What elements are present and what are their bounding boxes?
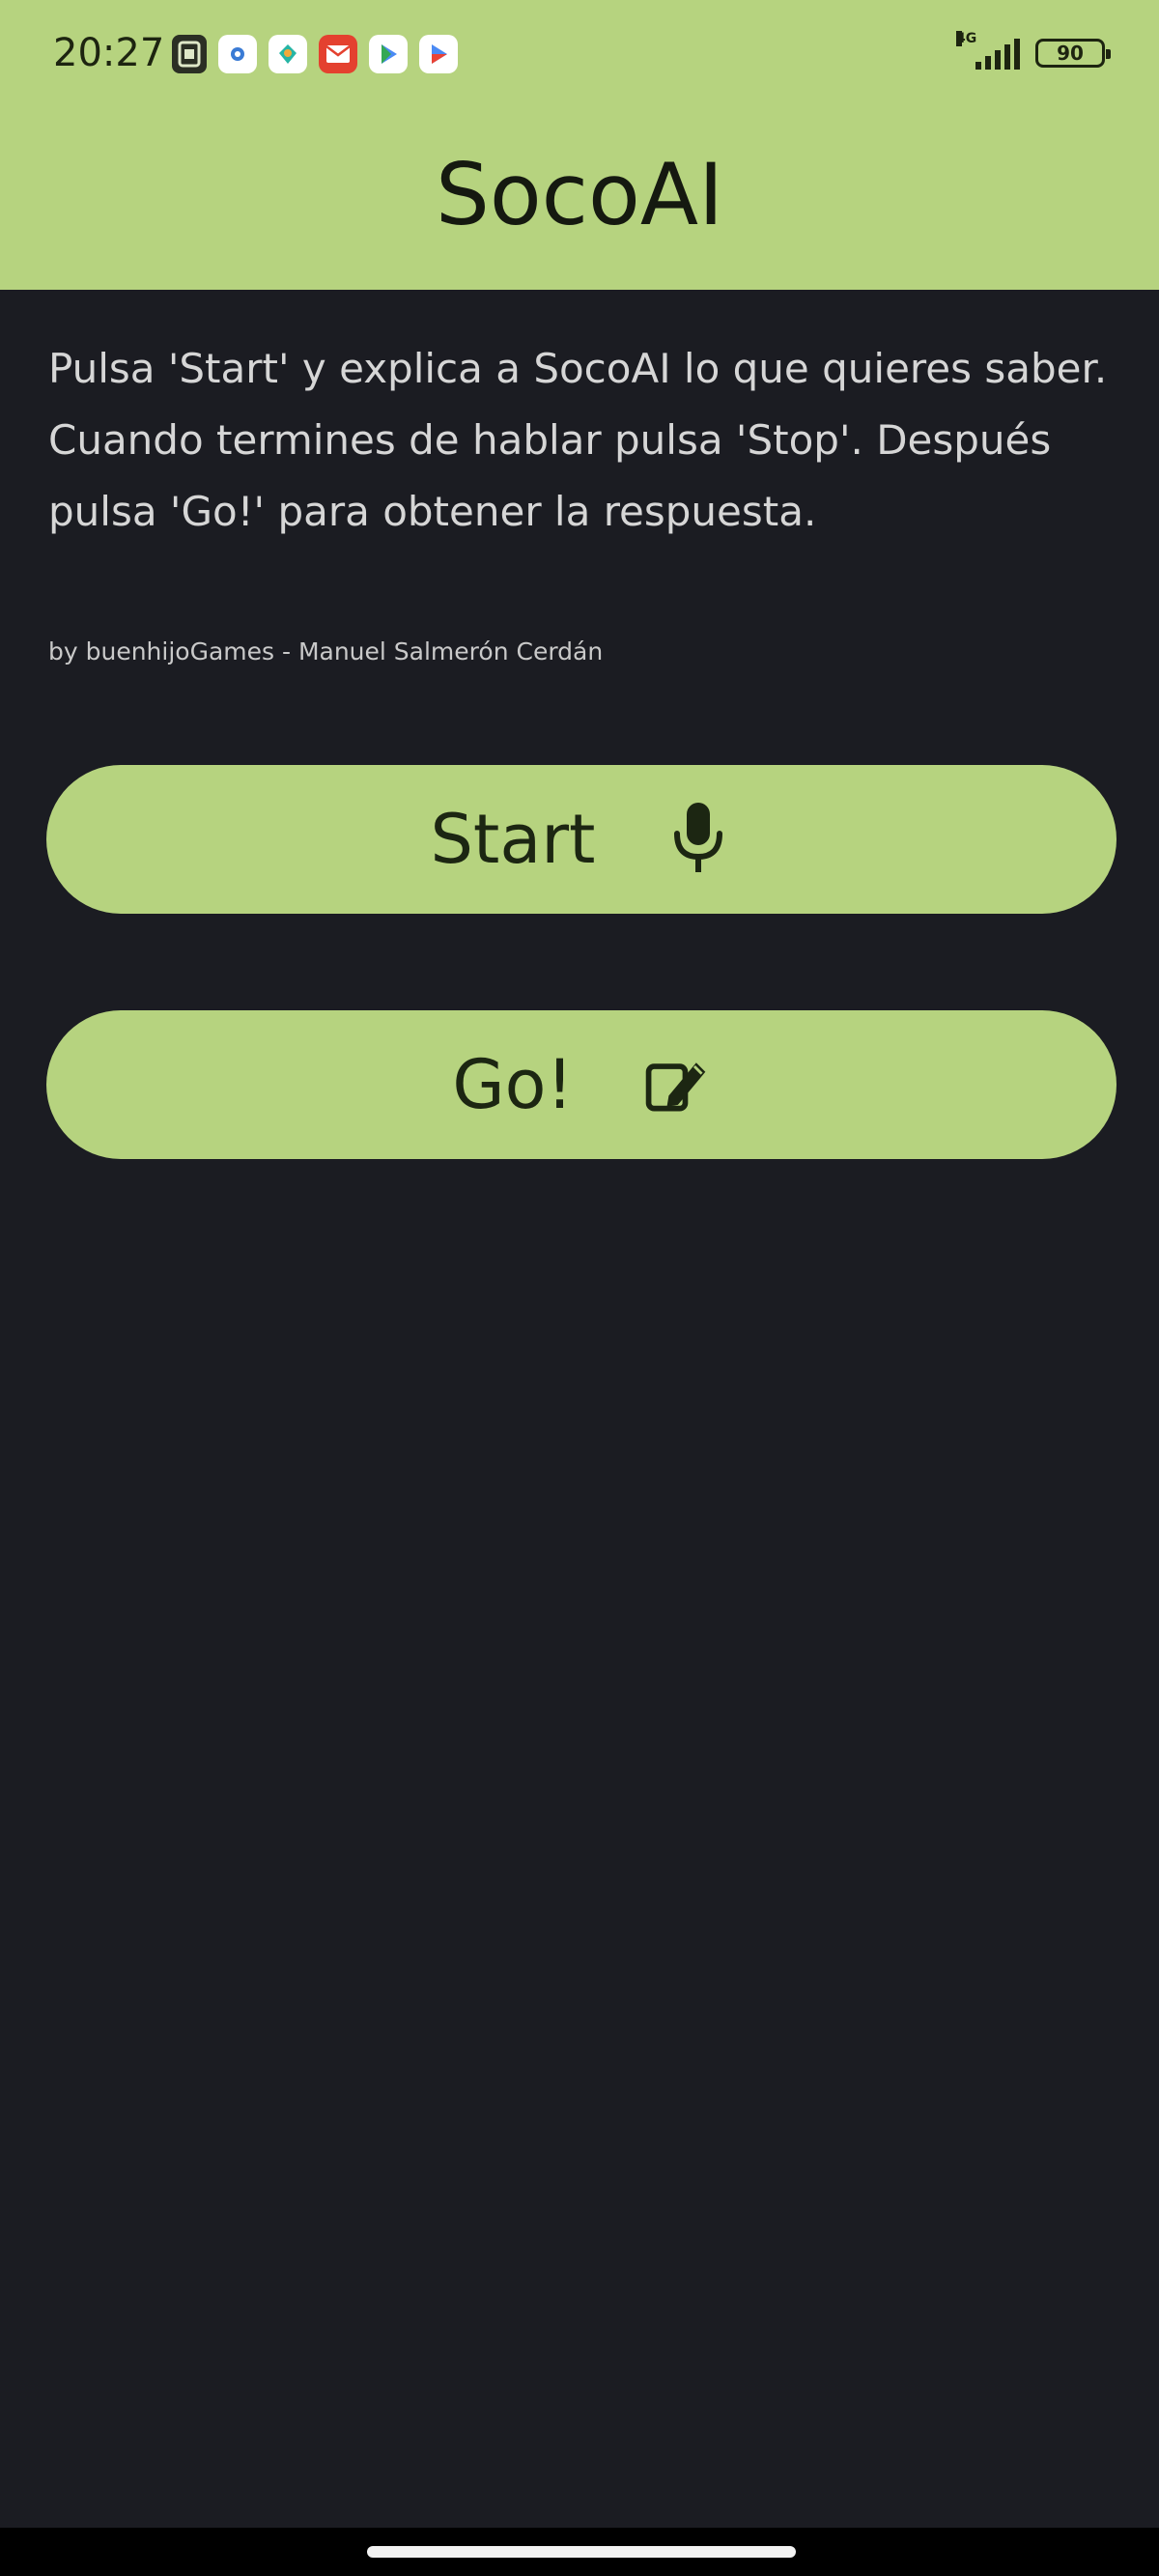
mail-icon	[319, 35, 357, 73]
start-button[interactable]: Start	[46, 765, 1117, 914]
home-gesture-handle[interactable]	[367, 2546, 796, 2558]
sim-icon	[172, 35, 207, 73]
go-button-label: Go!	[452, 1045, 574, 1124]
play-icon	[419, 35, 458, 73]
app-icon	[269, 35, 307, 73]
go-button[interactable]: Go!	[46, 1010, 1117, 1159]
network-type: 4G	[956, 31, 977, 46]
notification-icons	[172, 35, 458, 73]
status-time: 20:27	[53, 31, 165, 75]
instructions-text: Pulsa 'Start' y explica a SocoAI lo que …	[48, 345, 1108, 535]
credit-text: by buenhijoGames - Manuel Salmerón Cerdá…	[48, 637, 604, 665]
app-icon	[218, 35, 257, 73]
microphone-icon	[664, 803, 733, 874]
system-icons: 4G 90	[956, 31, 1111, 70]
app-title: SocoAI	[435, 145, 724, 244]
battery-icon: 90	[1035, 39, 1111, 68]
start-button-label: Start	[430, 800, 596, 879]
play-icon	[369, 35, 408, 73]
battery-level: 90	[1057, 42, 1084, 65]
signal-icon: 4G	[956, 31, 1020, 70]
edit-pencil-icon	[641, 1050, 711, 1119]
app-header: 20:27 4G 90 SocoAI	[0, 0, 1159, 290]
status-bar: 20:27 4G 90	[0, 0, 1159, 116]
